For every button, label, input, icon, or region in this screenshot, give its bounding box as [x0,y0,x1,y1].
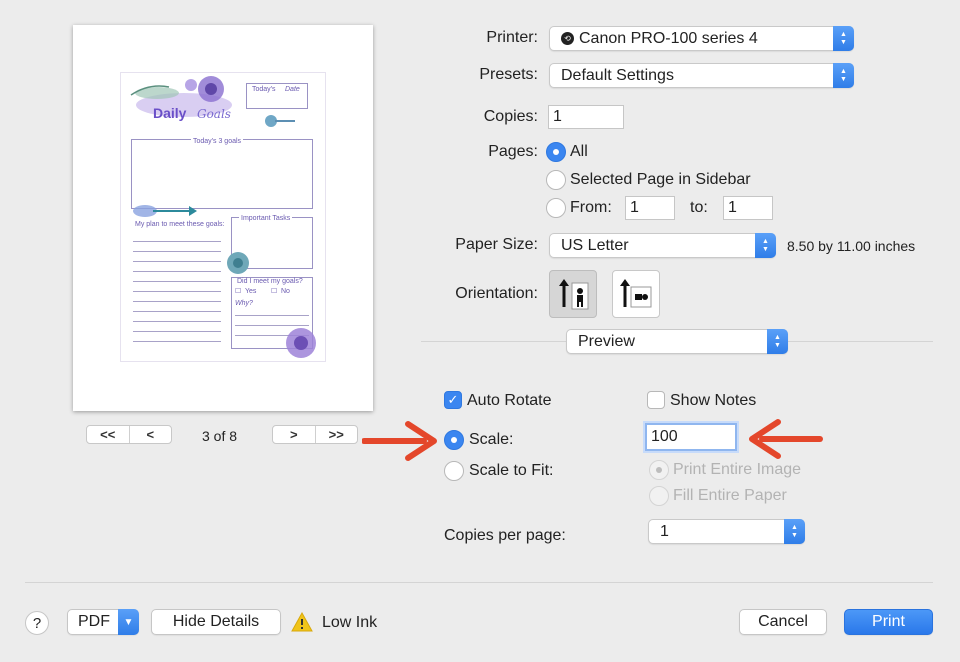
thumb-flower-small [227,252,249,274]
pdf-label: PDF [78,613,110,630]
presets-chevron-icon: ▲ ▼ [833,63,854,88]
pages-selected-label: Selected Page in Sidebar [570,171,751,188]
portrait-icon [559,279,589,310]
print-entire-image-label: Print Entire Image [673,461,802,478]
app-section-popup[interactable]: Preview ▲ ▼ [566,329,788,354]
thumb-flower-large [286,328,316,358]
pdf-menu-button[interactable]: PDF ▼ [67,609,139,635]
scale-to-fit-label: Scale to Fit: [469,462,554,479]
thumb-todays-script: Date [285,86,300,93]
thumb-arrow-ornament [133,205,197,217]
red-arrow-right-icon [362,421,437,461]
thumb-key-ornament [265,115,295,127]
printer-popup[interactable]: ⟲ Canon PRO-100 series 4 ▲ ▼ [549,26,854,51]
landscape-icon [620,279,652,308]
pages-all-label: All [570,143,588,160]
show-notes-checkbox[interactable] [647,391,665,409]
pages-to-label: to: [690,199,708,216]
copies-per-page-chevron-icon: ▲ ▼ [784,519,805,544]
paper-size-value: US Letter [561,236,629,254]
copies-per-page-value: 1 [660,522,669,540]
low-ink-label: Low Ink [322,614,378,631]
red-arrow-left-icon [749,419,823,459]
pages-from-radio[interactable] [546,198,566,218]
thumb-important-tasks: Important Tasks [239,215,293,222]
orientation-label: Orientation: [455,285,538,302]
paper-dimensions: 8.50 by 11.00 inches [787,238,916,254]
cancel-button[interactable]: Cancel [739,609,827,635]
footer-divider [25,582,933,583]
thumb-title-daily: Daily [153,105,187,121]
pages-all-radio[interactable] [546,142,566,162]
thumb-did-i-meet: Did I meet my goals? [237,278,303,285]
thumb-title-goals: Goals [197,107,231,121]
scale-radio[interactable] [444,430,464,450]
auto-rotate-label: Auto Rotate [467,392,552,409]
thumb-no: No [281,288,290,295]
pages-from-label: From: [570,199,612,216]
fill-entire-paper-label: Fill Entire Paper [673,487,787,504]
app-section-chevron-icon: ▲ ▼ [767,329,788,354]
hide-details-button[interactable]: Hide Details [151,609,281,635]
paper-size-chevron-icon: ▲ ▼ [755,233,776,258]
scale-field[interactable]: 100 [645,423,737,451]
thumb-plan: My plan to meet these goals: [135,221,225,228]
help-button[interactable]: ? [25,611,49,635]
app-section-value: Preview [578,332,635,350]
next-page-button[interactable]: > [273,426,315,443]
warning-icon [291,612,313,632]
paper-size-label: Paper Size: [455,236,538,253]
pdf-chevron-down-icon: ▼ [118,609,139,635]
thumb-yes: Yes [245,288,257,295]
pages-selected-radio[interactable] [546,170,566,190]
pages-label: Pages: [488,143,538,160]
copies-label: Copies: [483,108,538,125]
page-nav-forward-group: > >> [272,425,358,444]
printer-value: Canon PRO-100 series 4 [579,29,758,47]
previous-page-button[interactable]: < [128,426,172,443]
printer-status-icon: ⟲ [561,32,574,45]
thumb-three-goals: Today's 3 goals [191,138,244,145]
show-notes-label: Show Notes [670,392,757,409]
page-thumbnail: Daily Goals Today's Date Today's 3 goals… [120,72,326,362]
landscape-orientation-button[interactable] [612,270,660,318]
first-page-button[interactable]: << [87,426,129,443]
presets-popup[interactable]: Default Settings ▲ ▼ [549,63,854,88]
printer-chevron-icon: ▲ ▼ [833,26,854,51]
print-preview-page: Daily Goals Today's Date Today's 3 goals… [73,25,373,411]
pages-from-field[interactable]: 1 [625,196,675,220]
printer-label: Printer: [486,29,538,46]
print-button[interactable]: Print [844,609,933,635]
fill-entire-paper-radio[interactable] [649,486,669,506]
last-page-button[interactable]: >> [314,426,358,443]
thumb-why: Why? [235,300,253,307]
print-entire-image-radio[interactable] [649,460,669,480]
scale-label: Scale: [469,431,514,448]
auto-rotate-checkbox[interactable]: ✓ [444,391,462,409]
portrait-orientation-button[interactable] [549,270,597,318]
presets-value: Default Settings [561,66,674,84]
page-nav-back-group: << < [86,425,172,444]
page-indicator: 3 of 8 [202,428,238,444]
thumb-todays: Today's [252,86,276,93]
copies-field[interactable]: 1 [548,105,624,129]
pages-to-field[interactable]: 1 [723,196,773,220]
scale-to-fit-radio[interactable] [444,461,464,481]
copies-per-page-label: Copies per page: [444,527,566,544]
paper-size-popup[interactable]: US Letter ▲ ▼ [549,233,776,258]
presets-label: Presets: [479,66,538,83]
copies-per-page-popup[interactable]: 1 ▲ ▼ [648,519,805,544]
